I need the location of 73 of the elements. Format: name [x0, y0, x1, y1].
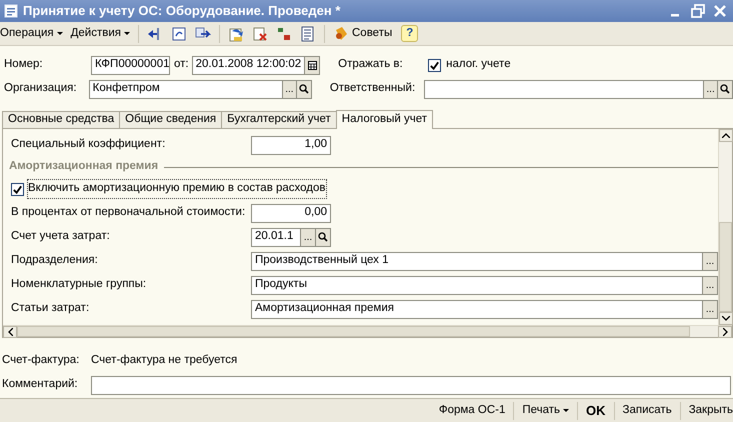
search-icon: [318, 232, 328, 242]
checkbox[interactable]: [11, 182, 24, 196]
field-label: Ответственный:: [330, 81, 416, 96]
arrow-left-icon: [8, 328, 12, 336]
window-title: Принятие к учету ОС: Оборудование. Проведен *: [23, 2, 342, 20]
restore-icon[interactable]: [691, 4, 705, 18]
select-button[interactable]: ...: [301, 228, 316, 246]
number-field[interactable]: 0,00: [251, 204, 331, 222]
field-label: Отражать в:: [338, 57, 404, 72]
document-icon: [4, 4, 18, 18]
field-label: Комментарий:: [2, 377, 79, 392]
checkbox-label: налог. учете: [446, 57, 511, 72]
tick-icon: [429, 60, 440, 70]
list-icon[interactable]: [300, 26, 316, 42]
reference-field[interactable]: Производственный цех 1: [251, 252, 703, 270]
select-button[interactable]: ...: [704, 80, 718, 98]
field-label: Счет учета затрат:: [11, 229, 111, 244]
organization-field[interactable]: Конфетпром: [88, 80, 283, 98]
responsible-field[interactable]: [424, 80, 704, 98]
search-icon: [299, 84, 309, 94]
field-label: Номер:: [4, 57, 44, 72]
number-field[interactable]: КФП00000001: [91, 56, 170, 74]
checkbox[interactable]: [428, 58, 442, 72]
tab[interactable]: Налоговый учет: [336, 110, 434, 129]
field-label: Подразделения:: [11, 253, 99, 268]
document-delete-icon[interactable]: [252, 26, 268, 42]
arrow-up-icon: [722, 133, 730, 138]
caret-icon: [563, 409, 570, 412]
field-label: Организация:: [4, 81, 78, 96]
tab[interactable]: Основные средства: [2, 111, 120, 128]
checkbox-label: Включить амортизационную премию в состав расходов: [28, 180, 326, 198]
search-icon: [720, 84, 730, 94]
footer-button[interactable]: Печать: [517, 400, 574, 420]
help-button[interactable]: ?: [401, 25, 418, 42]
select-button[interactable]: ...: [703, 276, 718, 294]
horizontal-scrollbar[interactable]: [3, 325, 732, 337]
footer-button[interactable]: Закрыть: [684, 400, 733, 420]
search-button[interactable]: [297, 80, 312, 98]
field-label: Номенклатурные группы:: [11, 277, 148, 292]
field-label: Счет-фактура:: [2, 353, 80, 368]
account-field[interactable]: 20.01.1: [251, 228, 301, 246]
tab[interactable]: Бухгалтерский учет: [221, 111, 337, 128]
menu-button[interactable]: Операция: [0, 24, 66, 44]
invoice-status: Счет-фактура не требуется: [91, 353, 238, 368]
search-button[interactable]: [316, 228, 331, 246]
footer-button[interactable]: Записать: [618, 400, 677, 420]
arrow-down-icon: [722, 316, 730, 321]
comment-field[interactable]: [91, 376, 731, 394]
select-button[interactable]: ...: [703, 300, 718, 318]
reference-field[interactable]: Амортизационная премия: [251, 300, 703, 318]
field-label: В процентах от первоначальной стоимости:: [11, 205, 246, 220]
reference-field[interactable]: Продукты: [251, 276, 703, 294]
close-icon[interactable]: [713, 4, 727, 18]
select-button[interactable]: ...: [703, 252, 718, 270]
field-label: Специальный коэффициент:: [11, 137, 166, 152]
arrow-right-icon: [722, 328, 728, 336]
footer-button[interactable]: OK: [581, 400, 611, 420]
menu-button[interactable]: Действия: [68, 24, 133, 44]
caret-icon: [124, 32, 130, 35]
select-button[interactable]: ...: [282, 80, 298, 98]
calendar-button[interactable]: [305, 56, 320, 74]
tips-button[interactable]: Советы: [330, 24, 396, 44]
field-label: от:: [174, 57, 189, 72]
section-heading: Амортизационная премия: [9, 159, 158, 174]
number-field[interactable]: 1,00: [251, 136, 331, 154]
vertical-scrollbar[interactable]: [718, 129, 732, 325]
footer-button[interactable]: Форма ОС-1: [434, 400, 510, 420]
date-field[interactable]: 20.01.2008 12:00:02: [192, 56, 306, 74]
tick-icon: [12, 184, 23, 194]
search-button[interactable]: [718, 80, 733, 98]
caret-icon: [56, 32, 63, 35]
field-label: Статьи затрат:: [11, 301, 90, 316]
tab[interactable]: Общие сведения: [119, 111, 222, 128]
